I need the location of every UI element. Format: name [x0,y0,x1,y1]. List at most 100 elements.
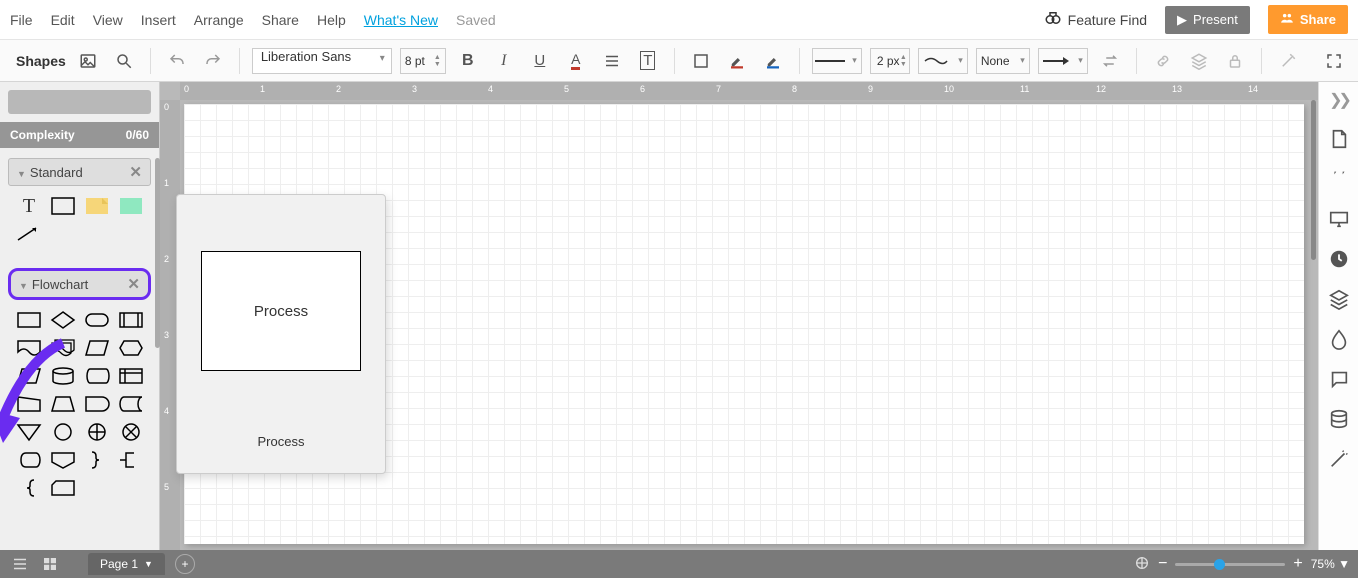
text-color-button[interactable]: A [562,47,590,75]
block-shape[interactable] [116,194,146,218]
layers-icon[interactable] [1328,288,1350,310]
paint-icon[interactable] [1328,328,1350,350]
sum-shape[interactable] [116,420,146,444]
text-shape[interactable]: T [14,194,44,218]
fullscreen-button[interactable] [1320,47,1348,75]
zoom-in-button[interactable]: + [1293,555,1302,573]
directdata-shape[interactable] [82,364,112,388]
share-button[interactable]: Share [1268,5,1348,34]
presentation-icon[interactable] [1328,208,1350,230]
canvas-scrollbar[interactable] [1311,100,1316,260]
display-shape[interactable] [14,448,44,472]
zoom-out-button[interactable]: − [1158,555,1167,573]
menu-insert[interactable]: Insert [141,12,176,28]
zoom-slider[interactable] [1175,563,1285,566]
trapezoid-shape[interactable] [48,392,78,416]
menu-whats-new[interactable]: What's New [364,12,438,28]
chat-icon[interactable] [1328,368,1350,390]
card-shape[interactable] [48,476,78,500]
menu-arrange[interactable]: Arrange [194,12,244,28]
search-button[interactable] [110,47,138,75]
manual-shape[interactable] [14,392,44,416]
connector-shape[interactable] [48,420,78,444]
link-button[interactable] [1149,47,1177,75]
database-shape[interactable] [48,364,78,388]
border-color-button[interactable] [723,47,751,75]
merge-shape[interactable] [14,420,44,444]
undo-button[interactable] [163,47,191,75]
swap-arrows-button[interactable] [1096,47,1124,75]
zoom-value[interactable]: 75% ▼ [1311,557,1350,571]
ruler-tick: 1 [164,178,169,188]
fill-button[interactable] [687,47,715,75]
storeddata-shape[interactable] [116,392,146,416]
line-width-select[interactable]: 2 px▲▼ [870,48,910,74]
note-shape[interactable] [82,194,112,218]
multidoc-shape[interactable] [48,336,78,360]
collapse-dock-button[interactable]: ❯❯ [1329,90,1348,110]
wand-icon[interactable] [1328,448,1350,470]
shape-search-input[interactable] [8,90,151,114]
line-end-select[interactable] [1038,48,1088,74]
ruler-tick: 3 [164,330,169,340]
page-icon[interactable] [1328,128,1350,150]
history-icon[interactable] [1328,248,1350,270]
decision-shape[interactable] [48,308,78,332]
close-icon[interactable]: ✕ [127,275,140,293]
italic-button[interactable]: I [490,47,518,75]
comment-icon[interactable] [1328,168,1350,190]
data-icon[interactable] [1328,408,1350,430]
hexagon-shape[interactable] [116,336,146,360]
close-icon[interactable]: ✕ [129,163,142,181]
offpage-shape[interactable] [48,448,78,472]
zoom-slider-thumb[interactable] [1214,559,1225,570]
line-color-button[interactable] [759,47,787,75]
connector-style-select[interactable] [918,48,968,74]
line-style-select[interactable] [812,48,862,74]
or-shape[interactable] [82,420,112,444]
menu-file[interactable]: File [10,12,33,28]
bold-button[interactable]: B [454,47,482,75]
feature-find-button[interactable]: Feature Find [1044,9,1147,30]
shapes-button[interactable]: Shapes [10,53,66,69]
menu-share[interactable]: Share [262,12,299,28]
font-size-select[interactable]: 8 pt▲▼ [400,48,446,74]
page-tab[interactable]: Page 1▼ [88,553,165,575]
predefined-shape[interactable] [116,308,146,332]
toolbar: Shapes Liberation Sans 8 pt▲▼ B I U A T … [0,40,1358,82]
font-select[interactable]: Liberation Sans [252,48,392,74]
zoom-fit-button[interactable] [1134,555,1150,574]
terminator-shape[interactable] [82,308,112,332]
section-standard-header[interactable]: ▼Standard ✕ [8,158,151,186]
align-button[interactable] [598,47,626,75]
list-view-button[interactable] [8,554,32,574]
brace-right-shape[interactable] [82,448,112,472]
magic-wand-button[interactable] [1274,47,1302,75]
image-button[interactable] [74,47,102,75]
line-start-select[interactable]: None [976,48,1030,74]
brace-left-shape[interactable] [14,476,44,500]
process-shape[interactable] [14,308,44,332]
data-shape[interactable] [82,336,112,360]
delay-shape[interactable] [82,392,112,416]
redo-button[interactable] [199,47,227,75]
io-shape[interactable] [14,364,44,388]
menu-edit[interactable]: Edit [51,12,75,28]
menu-view[interactable]: View [93,12,123,28]
lock-button[interactable] [1221,47,1249,75]
note-right-shape[interactable] [116,448,146,472]
arrow-shape[interactable] [14,222,44,246]
ruler-tick: 6 [640,84,645,94]
add-page-button[interactable]: + [175,554,195,574]
grid-view-button[interactable] [38,554,62,574]
canvas-area[interactable]: 0 1 2 3 4 5 6 7 8 9 10 11 12 13 14 0 1 2… [160,82,1318,550]
present-button[interactable]: ▶ Present [1165,6,1250,34]
menu-help[interactable]: Help [317,12,346,28]
section-flowchart-header[interactable]: ▼Flowchart ✕ [8,268,151,300]
internal-shape[interactable] [116,364,146,388]
underline-button[interactable]: U [526,47,554,75]
document-shape[interactable] [14,336,44,360]
layer-button[interactable] [1185,47,1213,75]
rect-shape[interactable] [48,194,78,218]
text-box-button[interactable]: T [634,47,662,75]
